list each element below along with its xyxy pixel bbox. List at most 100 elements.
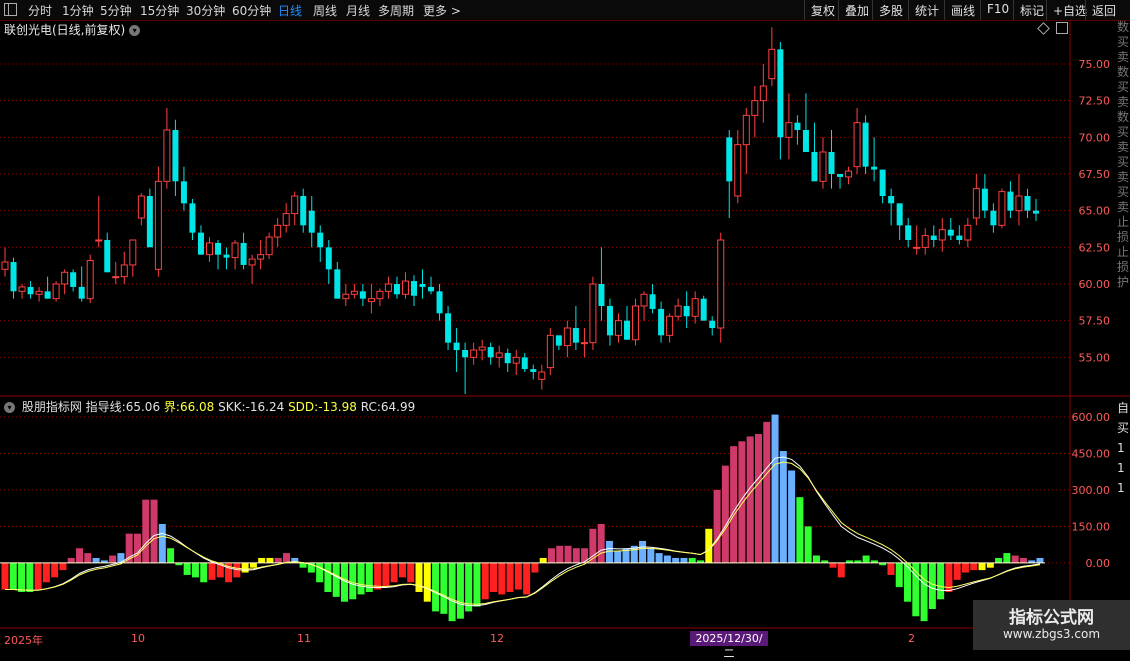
indicator-bar [887, 562, 895, 575]
tab-period-9[interactable]: 多周期 [378, 2, 414, 19]
indicator-bar [456, 562, 464, 619]
indicator-bar [324, 562, 332, 592]
indicator-bar [953, 562, 961, 580]
toolbar-button-3[interactable]: 统计 [908, 0, 945, 20]
skk-label: SKK: [218, 400, 246, 414]
candle-body-up [205, 242, 213, 256]
indicator-bar [18, 562, 26, 592]
candle-body-down [44, 291, 51, 299]
chevron-down-icon[interactable]: ▾ [129, 25, 141, 36]
window-icon[interactable] [4, 3, 17, 16]
tab-period-6[interactable]: 日线 [278, 2, 302, 19]
candle-body-up [538, 371, 546, 380]
toolbar-button-8[interactable]: 返回 [1085, 0, 1122, 20]
tab-period-5[interactable]: 60分钟 [232, 2, 271, 19]
candle-body-down [1007, 191, 1014, 211]
candle-body-down [419, 284, 426, 287]
price-tick-label: 67.50 [1079, 168, 1111, 181]
stock-chart-area[interactable]: 55.00 57.50 60.00 62.50 65.00 67.50 70.00 72.50… [0, 0, 1130, 650]
indicator-bar [514, 562, 522, 590]
indicator-bar [233, 562, 241, 578]
tab-period-10[interactable]: 更多 > [423, 2, 461, 19]
candle-body-down [104, 240, 111, 273]
rc-label: RC: [360, 400, 381, 414]
candle-body-down [1033, 210, 1039, 214]
candle-body-down [990, 210, 997, 226]
panel-toggle-icon[interactable] [1056, 22, 1068, 34]
indicator-bar [572, 548, 580, 563]
indicator-bar [556, 545, 564, 563]
indicator-bar [829, 562, 837, 568]
candle-body-up [742, 114, 750, 146]
candle-body-up [18, 286, 26, 292]
sdd-value: -13.98 [318, 400, 357, 414]
indicator-bar [283, 553, 291, 563]
toolbar-button-0[interactable]: 复权 [804, 0, 841, 20]
tab-period-4[interactable]: 30分钟 [186, 2, 225, 19]
indicator-bar [291, 557, 299, 563]
indicator-bar [862, 555, 870, 563]
indicator-bar [490, 562, 498, 592]
chevron-down-icon[interactable]: ▾ [4, 402, 15, 413]
date-label: 11 [297, 632, 311, 645]
candle-body-up [845, 170, 853, 178]
indicator-bar [738, 441, 746, 563]
tab-period-1[interactable]: 1分钟 [62, 2, 94, 19]
stock-name-period: 联创光电(日线,前复权) [4, 23, 126, 37]
candle-body-down [393, 284, 400, 295]
indicator-bar [67, 557, 75, 563]
bound-label: 界: [163, 400, 180, 414]
watermark-url: www.zbgs3.com [1002, 627, 1101, 641]
indicator-bar [904, 562, 912, 602]
candle-body-up [998, 191, 1006, 226]
indicator-bar [688, 557, 696, 563]
tab-period-2[interactable]: 5分钟 [100, 2, 132, 19]
tab-period-7[interactable]: 周线 [313, 2, 337, 19]
candle-body-up [248, 258, 256, 266]
indicator-bar [407, 562, 415, 583]
indicator-bar [92, 557, 100, 563]
indicator-bar [183, 562, 191, 575]
indicator-bar [821, 560, 829, 563]
candle-body-down [649, 294, 656, 309]
indicator-bar [440, 562, 448, 614]
toolbar-button-5[interactable]: F10 [980, 0, 1015, 20]
diamond-icon[interactable] [1037, 22, 1050, 35]
candle-body-down [334, 269, 341, 299]
candle-body-down [658, 308, 665, 336]
toolbar-button-2[interactable]: 多股 [872, 0, 909, 20]
toolbar-button-1[interactable]: 叠加 [838, 0, 875, 20]
candle-body-down [240, 242, 247, 265]
indicator-bar [216, 562, 224, 578]
candle-body-up [274, 224, 282, 238]
candle-body-up [265, 236, 273, 256]
candle-body-down [189, 203, 196, 233]
indicator-bar [398, 562, 406, 578]
candle-body-down [10, 262, 17, 292]
candle-body-down [888, 196, 895, 204]
candle-body-up [589, 283, 597, 344]
tab-period-0[interactable]: 分时 [28, 2, 52, 19]
date-label: 10 [131, 632, 145, 645]
toolbar-button-4[interactable]: 画线 [944, 0, 981, 20]
toolbar-button-6[interactable]: 标记 [1013, 0, 1050, 20]
price-tick-label: 72.50 [1079, 95, 1111, 108]
candle-body-down [317, 232, 324, 248]
candle-body-up [112, 276, 120, 279]
candle-body-down [828, 152, 835, 174]
guide-value: 65.06 [125, 400, 161, 414]
indicator-bar [125, 533, 133, 563]
candle-body-down [981, 188, 988, 211]
candle-body-up [350, 290, 358, 295]
indicator-bar [564, 545, 572, 563]
indicator-bars [0, 414, 1045, 622]
candle-body-down [410, 281, 417, 296]
indicator-bar [415, 562, 423, 592]
candle-body-up [972, 188, 980, 219]
watermark-title: 指标公式网 [1009, 608, 1094, 628]
tab-period-3[interactable]: 15分钟 [140, 2, 179, 19]
tab-period-8[interactable]: 月线 [346, 2, 370, 19]
indicator-bar [837, 562, 845, 578]
bound-value: 66.08 [179, 400, 215, 414]
candle-body-down [223, 254, 230, 258]
